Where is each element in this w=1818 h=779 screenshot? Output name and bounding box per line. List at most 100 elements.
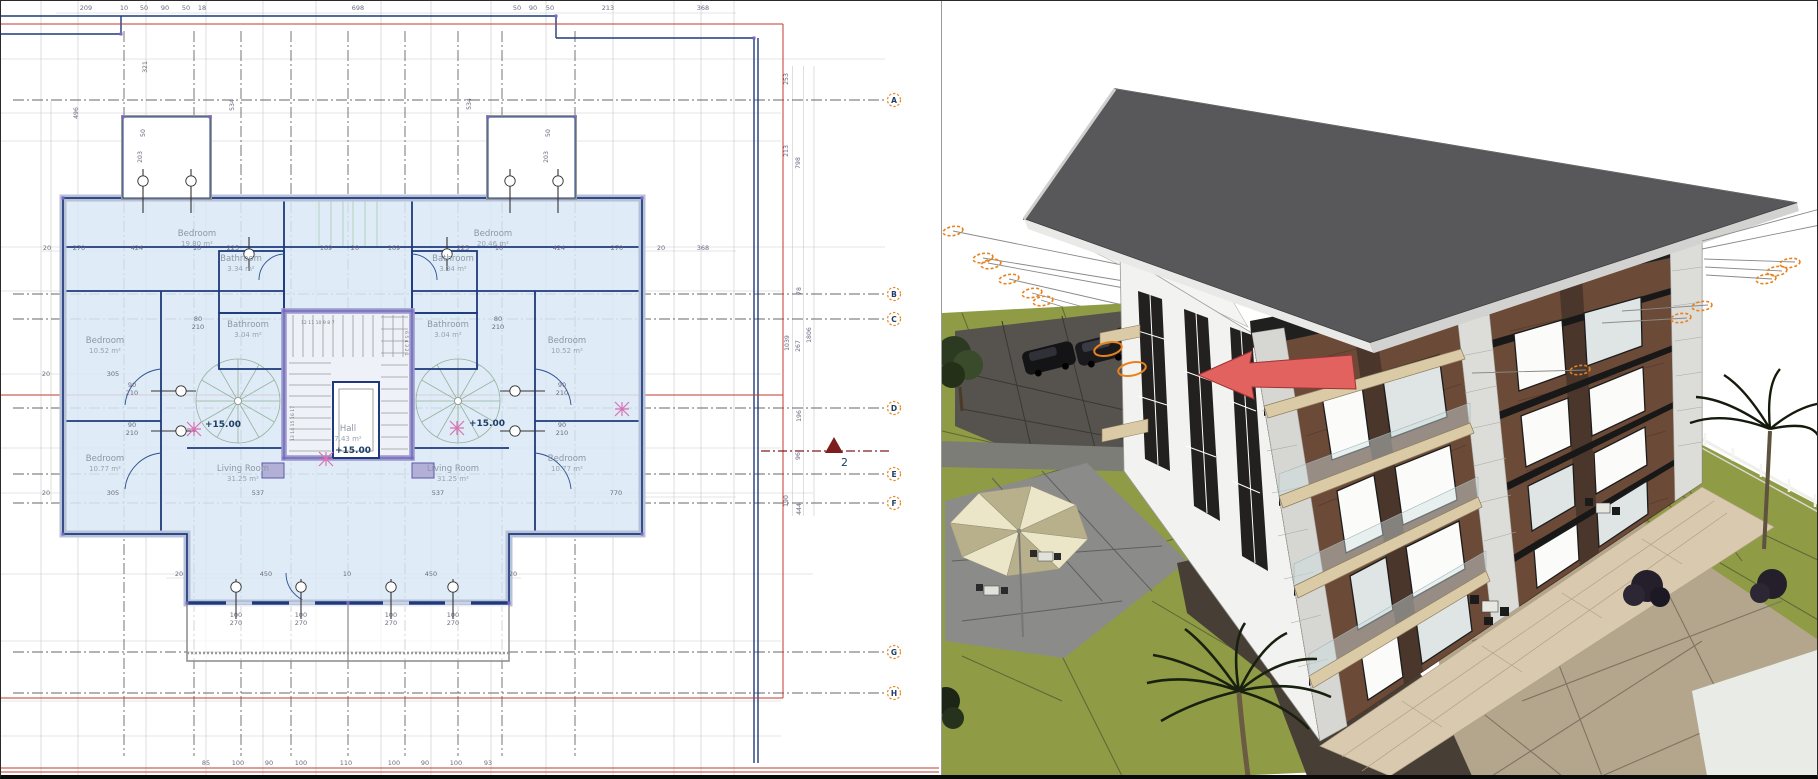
room-label: Bathroom xyxy=(432,254,474,264)
dim-label: 93 xyxy=(484,759,492,767)
grid-bubbles: A B C D E F G H xyxy=(888,94,901,700)
dim-label: 10 xyxy=(120,4,128,12)
dim-label: 1806 xyxy=(806,327,813,343)
room-label: Bathroom xyxy=(220,254,262,264)
dim-label: 78 xyxy=(796,287,803,295)
opening-tag-w: 80 xyxy=(194,315,202,323)
dim-label: 368 xyxy=(697,4,709,12)
room-area: 10.52 m² xyxy=(551,347,583,355)
dim-label: 209 xyxy=(80,4,92,12)
opening-tag-h: 210 xyxy=(192,323,204,331)
room-label: Bathroom xyxy=(227,320,269,330)
dim-label: 169 xyxy=(388,244,400,252)
dim-label: 213 xyxy=(783,145,790,157)
opening-tag-h: 210 xyxy=(126,429,138,437)
dim-label: 424 xyxy=(553,244,565,252)
stair-numbers-top: 12 11 10 9 8 7 xyxy=(301,320,335,326)
room-label: Bedroom xyxy=(548,336,586,346)
svg-text:D: D xyxy=(891,404,897,413)
grid-bubble-h[interactable]: H xyxy=(888,687,901,700)
room-area: 3.34 m² xyxy=(439,265,467,273)
dim-label: 20 xyxy=(351,244,359,252)
room-label: Bedroom xyxy=(86,336,124,346)
opening-tag-w: 100 xyxy=(295,611,307,619)
opening-tag-w: 100 xyxy=(230,611,242,619)
room-label: Living Room xyxy=(217,464,269,474)
opening-tag-h: 210 xyxy=(556,429,568,437)
dim-label: 203 xyxy=(543,151,550,163)
room-area: 31.25 m² xyxy=(227,475,259,483)
svg-text:H: H xyxy=(891,689,897,698)
room-area: 31.25 m² xyxy=(437,475,469,483)
3d-viewport[interactable] xyxy=(941,1,1818,776)
dim-label: 20 xyxy=(42,370,50,378)
dim-label: 450 xyxy=(425,570,437,578)
dim-label: 90 xyxy=(421,759,429,767)
grid-bubble-f[interactable]: F xyxy=(888,497,901,510)
room-label: Bedroom xyxy=(178,229,216,239)
dim-label: 50 xyxy=(182,4,190,12)
dim-label: 50 xyxy=(140,4,148,12)
dim-label: 534 xyxy=(229,99,236,111)
dim-label: 253 xyxy=(783,73,790,85)
dim-label: 50 xyxy=(513,4,521,12)
room-label: Bedroom xyxy=(474,229,512,239)
room-label: Hall xyxy=(340,424,356,434)
dim-label: 100 xyxy=(388,759,400,767)
dim-label: 100 xyxy=(295,759,307,767)
dim-label: 10 xyxy=(343,570,351,578)
dim-label: 270 xyxy=(611,244,623,252)
room-area: 3.04 m² xyxy=(234,331,262,339)
dim-label: 85 xyxy=(202,759,210,767)
dim-label: 267 xyxy=(795,340,802,352)
dim-label: 10 xyxy=(193,244,201,252)
room-area: 10.52 m² xyxy=(89,347,121,355)
dim-label: 305 xyxy=(107,370,119,378)
room-label: Bathroom xyxy=(427,320,469,330)
dim-label: 444 xyxy=(796,503,803,515)
svg-text:G: G xyxy=(891,648,897,657)
dim-label: 537 xyxy=(432,489,444,497)
section-marker[interactable]: 2 xyxy=(761,437,889,469)
dim-label: 20 xyxy=(657,244,665,252)
dim-label: 213 xyxy=(602,4,614,12)
svg-text:A: A xyxy=(891,96,897,105)
dim-label: 305 xyxy=(107,489,119,497)
dim-label: 20 xyxy=(43,244,51,252)
dim-label: 90 xyxy=(265,759,273,767)
opening-tag-h: 210 xyxy=(492,323,504,331)
dim-label: 770 xyxy=(610,489,622,497)
opening-tag-h: 210 xyxy=(556,389,568,397)
3d-scene xyxy=(942,1,1818,776)
dim-label: 368 xyxy=(697,244,709,252)
room-area: 7.43 m² xyxy=(334,435,362,443)
dim-label: 190 xyxy=(783,495,790,507)
svg-text:C: C xyxy=(891,315,897,324)
grid-bubble-c[interactable]: C xyxy=(888,313,901,326)
stair-numbers-right: 6 5 4 3 2 1 xyxy=(403,331,409,356)
dim-label: 90 xyxy=(161,4,169,12)
grid-bubble-g[interactable]: G xyxy=(888,646,901,659)
dim-label: 96 xyxy=(795,452,802,460)
elevation-label: +15.00 xyxy=(335,446,371,456)
dim-label: 537 xyxy=(252,489,264,497)
grid-bubble-a[interactable]: A xyxy=(888,94,901,107)
dim-label: 10 xyxy=(495,244,503,252)
opening-tag-w: 90 xyxy=(128,381,136,389)
opening-tag-w: 80 xyxy=(494,315,502,323)
dim-label: 20 xyxy=(42,489,50,497)
dim-label: 90 xyxy=(529,4,537,12)
opening-tag-w: 100 xyxy=(385,611,397,619)
floor-plan-viewport[interactable]: 12 11 10 9 8 7 13 14 15 16 17 6 5 4 3 2 … xyxy=(1,1,941,776)
opening-tag-w: 100 xyxy=(447,611,459,619)
room-label: Bedroom xyxy=(548,454,586,464)
grid-bubble-d[interactable]: D xyxy=(888,402,901,415)
dim-label: 50 xyxy=(546,4,554,12)
grid-bubble-b[interactable]: B xyxy=(888,288,901,301)
room-area: 10.77 m² xyxy=(551,465,583,473)
section-marker-number: 2 xyxy=(841,456,848,469)
grid-bubble-e[interactable]: E xyxy=(888,468,901,481)
dim-label: 496 xyxy=(73,107,80,119)
dim-label: 450 xyxy=(260,570,272,578)
dim-label: 100 xyxy=(450,759,462,767)
